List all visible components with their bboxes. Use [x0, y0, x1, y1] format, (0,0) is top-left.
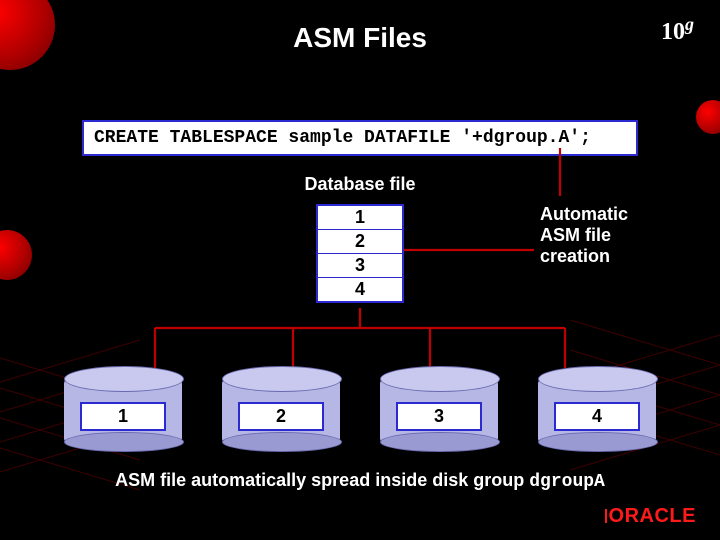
oracle-logo: ORACLE	[605, 505, 696, 528]
logo-suffix: g	[685, 14, 694, 34]
slide-title: ASM Files	[0, 22, 720, 54]
text-line: Automatic	[540, 204, 628, 224]
automatic-creation-label: Automatic ASM file creation	[540, 204, 628, 268]
caption-code: dgroupA	[529, 472, 605, 492]
caption-text: ASM file automatically spread inside dis…	[115, 470, 529, 490]
extent-cell: 2	[318, 230, 402, 254]
extent-cell: 4	[318, 278, 402, 301]
disk-group-row: 1 2 3 4	[0, 370, 720, 452]
sql-statement-box: CREATE TABLESPACE sample DATAFILE '+dgro…	[82, 120, 638, 156]
logo-bar-icon	[605, 509, 607, 523]
extent-cell: 3	[318, 254, 402, 278]
asm-disk: 1	[64, 370, 182, 452]
extent-cell: 1	[318, 206, 402, 230]
disk-label: 2	[238, 402, 324, 431]
database-file-label: Database file	[0, 174, 720, 195]
logo-number: 10	[661, 19, 685, 45]
product-logo-10g: 10g	[661, 14, 694, 46]
asm-disk: 4	[538, 370, 656, 452]
text-line: ASM file	[540, 225, 611, 245]
slide: ASM Files 10g CREATE TABLESPACE sample D…	[0, 0, 720, 540]
asm-disk: 2	[222, 370, 340, 452]
oracle-text: ORACLE	[609, 505, 696, 527]
database-file-extents: 1 2 3 4	[316, 204, 404, 303]
asm-disk: 3	[380, 370, 498, 452]
text-line: creation	[540, 246, 610, 266]
bottom-caption: ASM file automatically spread inside dis…	[0, 470, 720, 492]
disk-label: 1	[80, 402, 166, 431]
disk-label: 4	[554, 402, 640, 431]
disk-label: 3	[396, 402, 482, 431]
